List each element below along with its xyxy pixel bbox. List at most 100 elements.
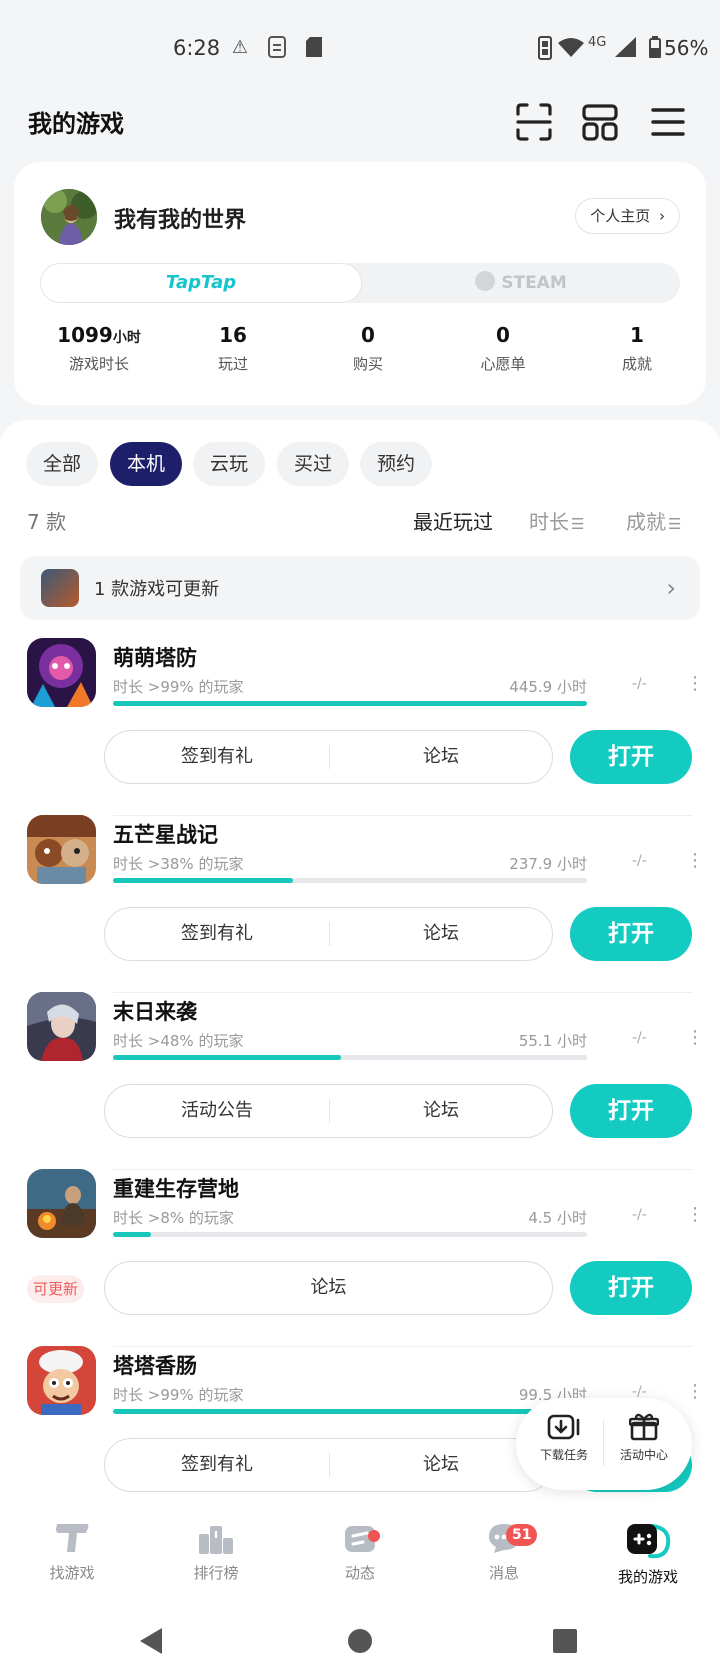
update-banner[interactable]: 1 款游戏可更新 › xyxy=(20,556,700,620)
nav-feed[interactable]: 动态 xyxy=(300,1520,420,1583)
filter-chip-all[interactable]: 全部 xyxy=(26,442,99,486)
checkin-button[interactable]: 签到有礼 xyxy=(105,1439,329,1491)
signal-icon xyxy=(612,36,638,60)
playtime-bar xyxy=(113,1232,587,1237)
gift-icon xyxy=(629,1413,659,1441)
stat-purchased[interactable]: 0 购买 xyxy=(303,323,433,374)
profile-card: 我有我的世界 个人主页 › TapTap STEAM 1099小时 游戏时长 1… xyxy=(14,162,706,405)
more-options-icon[interactable]: ⋮ xyxy=(686,1203,704,1227)
filter-chip-cloud[interactable]: 云玩 xyxy=(193,442,266,486)
stat-played[interactable]: 16 玩过 xyxy=(168,323,298,374)
open-game-button[interactable]: 打开 xyxy=(570,730,692,784)
playtime-bar xyxy=(113,878,587,883)
sort-label: 时长 xyxy=(529,510,569,534)
system-nav-bar xyxy=(0,1600,720,1680)
document-icon xyxy=(266,36,288,60)
playtime-bar xyxy=(113,701,587,706)
tab-steam[interactable]: STEAM xyxy=(362,263,680,303)
tab-taptap[interactable]: TapTap xyxy=(40,263,362,303)
checkin-button[interactable]: 签到有礼 xyxy=(105,731,329,783)
game-actions: 活动公告 论坛 xyxy=(104,1084,553,1138)
more-options-icon[interactable]: ⋮ xyxy=(686,1026,704,1050)
notification-dot xyxy=(368,1530,380,1542)
sort-playtime[interactable]: 时长 ☰ xyxy=(529,506,584,535)
activity-center-label: 活动中心 xyxy=(619,1448,668,1462)
filter-chip-local[interactable]: 本机 xyxy=(110,442,183,486)
game-achievement-ratio: -/- xyxy=(632,853,647,869)
recents-icon[interactable] xyxy=(551,1627,579,1655)
playtime-bar xyxy=(113,1409,587,1414)
menu-button[interactable] xyxy=(646,100,690,144)
back-icon[interactable] xyxy=(136,1626,166,1656)
filter-chip-bought[interactable]: 买过 xyxy=(277,442,350,486)
forum-button[interactable]: 论坛 xyxy=(330,1085,552,1137)
game-name: 塔塔香肠 xyxy=(113,1354,197,1378)
activity-center-button[interactable]: 活动中心 xyxy=(606,1412,682,1463)
playtime-bar-fill xyxy=(113,701,587,706)
more-options-icon[interactable]: ⋮ xyxy=(686,672,704,696)
nav-label: 排行榜 xyxy=(193,1564,239,1582)
nav-label: 找游戏 xyxy=(49,1564,95,1582)
warning-icon: ⚠ xyxy=(231,37,249,58)
battery-icon xyxy=(648,36,662,60)
home-icon[interactable] xyxy=(346,1627,374,1655)
game-name: 萌萌塔防 xyxy=(113,646,197,670)
more-options-icon[interactable]: ⋮ xyxy=(686,1380,704,1404)
nav-label: 我的游戏 xyxy=(617,1568,678,1586)
nav-messages[interactable]: 消息 51 xyxy=(444,1520,564,1583)
forum-button[interactable]: 论坛 xyxy=(330,731,552,783)
forum-button[interactable]: 论坛 xyxy=(330,908,552,960)
stat-label: 心愿单 xyxy=(480,355,526,373)
game-playtime-rank: 时长 >99% 的玩家 xyxy=(113,678,244,696)
nav-my-games[interactable]: 我的游戏 xyxy=(588,1520,708,1587)
stat-achievements[interactable]: 1 成就 xyxy=(572,323,702,374)
forum-button[interactable]: 论坛 xyxy=(105,1262,552,1314)
game-item: 五芒星战记 时长 >38% 的玩家 237.9 小时 -/- ⋮ 签到有礼 论坛… xyxy=(0,815,720,993)
game-name: 末日来袭 xyxy=(113,1000,197,1024)
stat-wishlist[interactable]: 0 心愿单 xyxy=(438,323,568,374)
game-actions: 论坛 xyxy=(104,1261,553,1315)
game-count: 7 款 xyxy=(27,510,67,534)
sort-recent[interactable]: 最近玩过 xyxy=(413,506,493,535)
game-actions: 签到有礼 论坛 xyxy=(104,1438,553,1492)
more-options-icon[interactable]: ⋮ xyxy=(686,849,704,873)
checkin-button[interactable]: 签到有礼 xyxy=(105,908,329,960)
quick-actions-panel: 下载任务 活动中心 xyxy=(516,1398,692,1490)
download-tasks-button[interactable]: 下载任务 xyxy=(526,1412,602,1463)
game-icon-tata[interactable] xyxy=(27,1346,96,1415)
game-icon-chongjian[interactable] xyxy=(27,1169,96,1238)
battery-level: 56% xyxy=(664,36,709,60)
stat-value: 0 xyxy=(496,323,510,347)
open-game-button[interactable]: 打开 xyxy=(570,1261,692,1315)
open-game-button[interactable]: 打开 xyxy=(570,907,692,961)
grid-view-button[interactable] xyxy=(578,100,622,144)
homepage-label: 个人主页 xyxy=(590,207,651,225)
scan-button[interactable] xyxy=(512,100,556,144)
open-game-button[interactable]: 打开 xyxy=(570,1084,692,1138)
game-achievement-ratio: -/- xyxy=(632,676,647,692)
divider xyxy=(603,1420,604,1466)
game-icon-mori[interactable] xyxy=(27,992,96,1061)
chevron-right-icon: › xyxy=(666,574,676,602)
podium-icon xyxy=(199,1526,233,1554)
update-available-badge[interactable]: 可更新 xyxy=(27,1275,85,1303)
game-icon-mengmeng[interactable] xyxy=(27,638,96,707)
game-thumbnail xyxy=(41,569,79,607)
game-icon-wumang[interactable] xyxy=(27,815,96,884)
page-title: 我的游戏 xyxy=(28,110,124,138)
game-name: 重建生存营地 xyxy=(113,1177,239,1201)
game-actions: 签到有礼 论坛 xyxy=(104,730,553,784)
game-list-panel: 全部 本机 云玩 买过 预约 7 款 最近玩过 时长 ☰ 成就 ☰ 1 款游戏可更新… xyxy=(0,420,720,1510)
announcement-button[interactable]: 活动公告 xyxy=(105,1085,329,1137)
stat-playtime[interactable]: 1099小时 游戏时长 xyxy=(34,323,164,374)
nav-find-games[interactable]: 找游戏 xyxy=(12,1520,132,1583)
game-item: 萌萌塔防 时长 >99% 的玩家 445.9 小时 -/- ⋮ 签到有礼 论坛 … xyxy=(0,638,720,816)
nav-rankings[interactable]: 排行榜 xyxy=(156,1520,276,1583)
sort-icon: ☰ xyxy=(668,515,682,533)
profile-name: 我有我的世界 xyxy=(114,208,247,233)
homepage-button[interactable]: 个人主页 › xyxy=(575,198,680,234)
avatar[interactable] xyxy=(41,189,97,245)
filter-chip-reserved[interactable]: 预约 xyxy=(360,442,433,486)
sort-achievement[interactable]: 成就 ☰ xyxy=(626,506,681,535)
game-name: 五芒星战记 xyxy=(113,823,218,847)
